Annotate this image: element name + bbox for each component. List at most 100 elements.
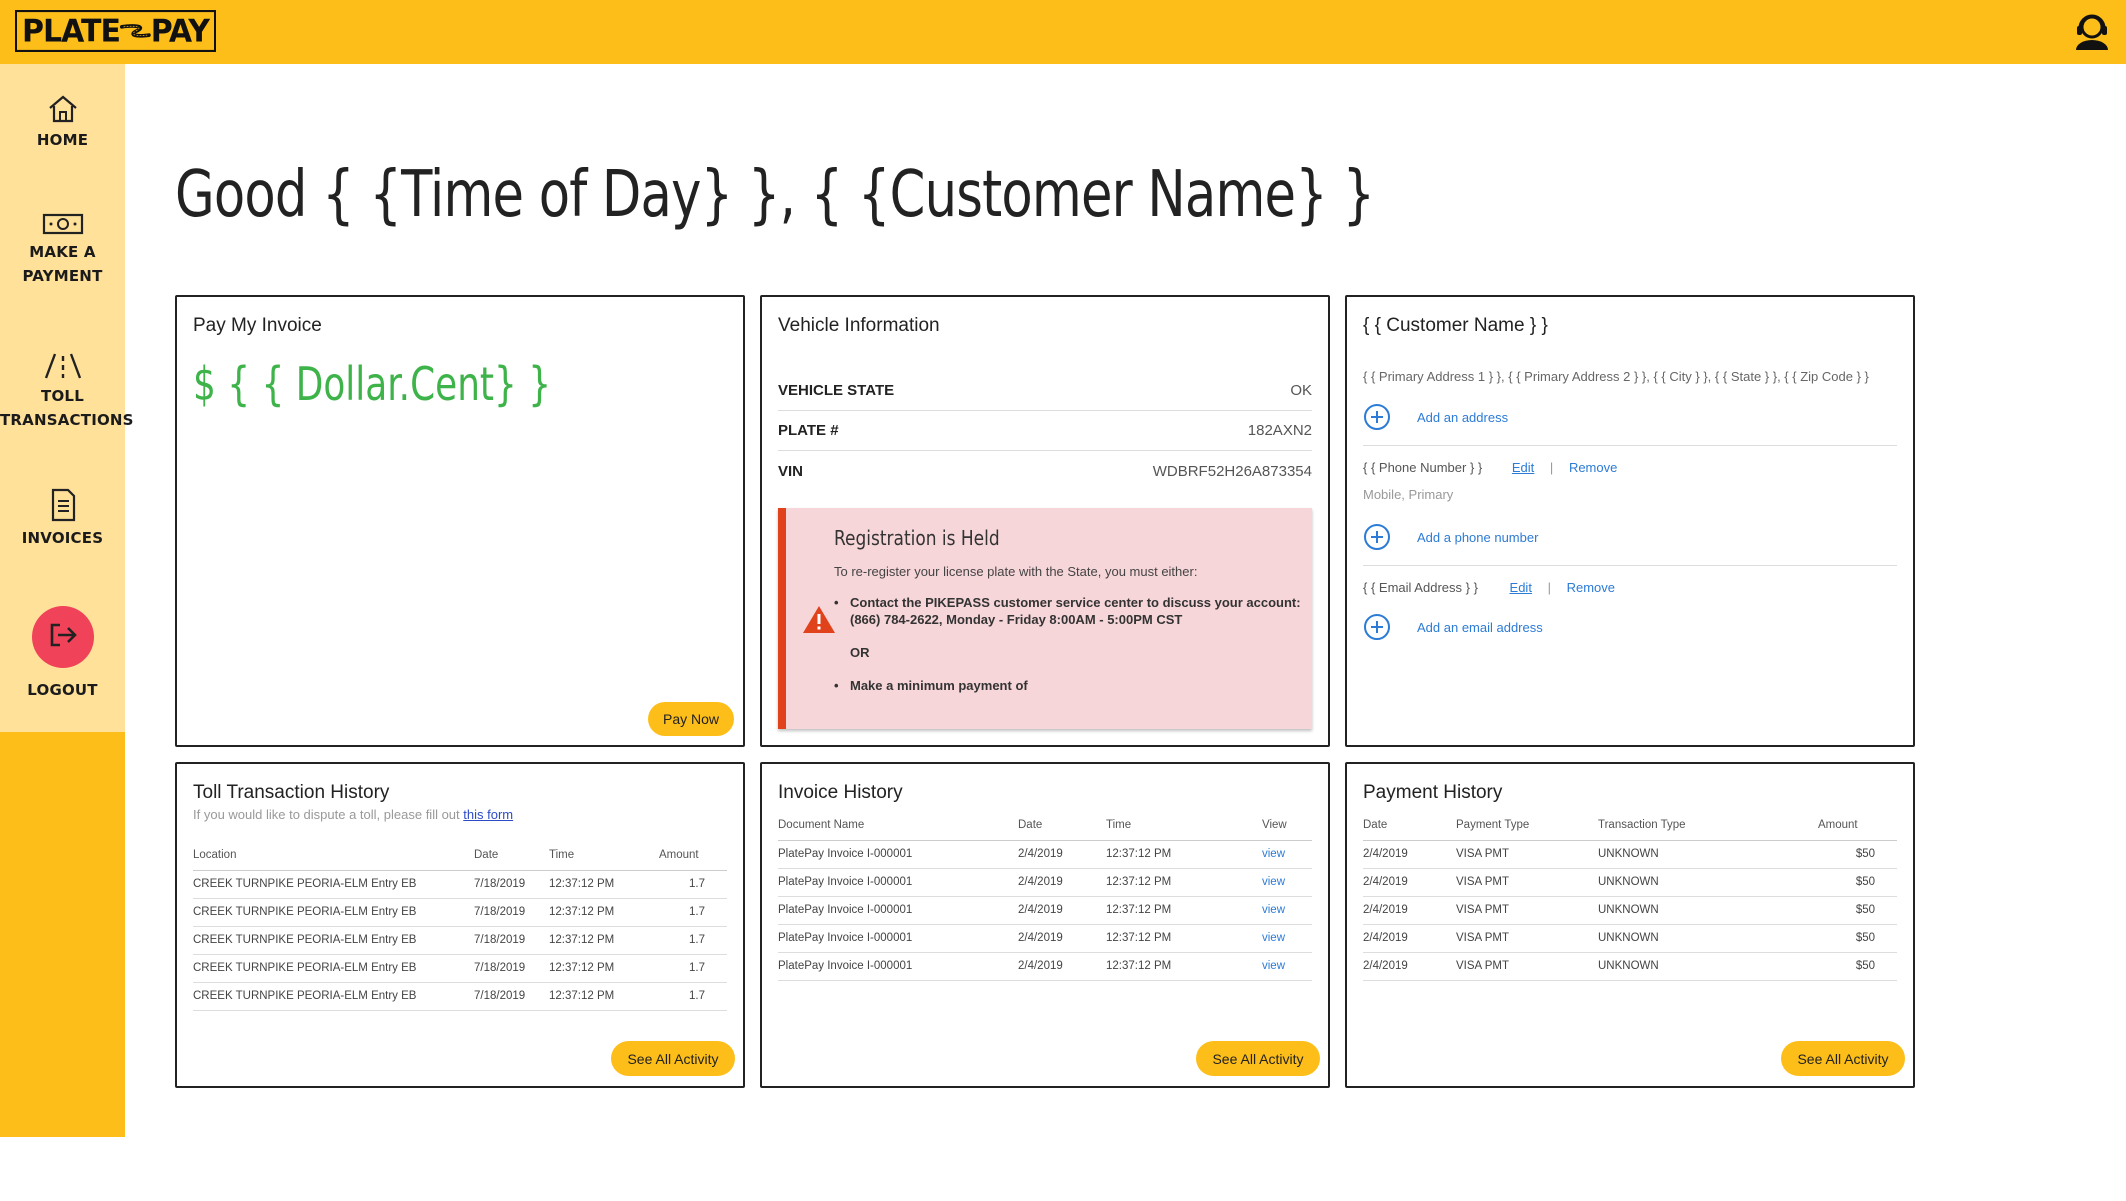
- cell: 7/18/2019: [474, 954, 549, 983]
- edit-phone-link[interactable]: Edit: [1512, 460, 1534, 475]
- column-header: Time: [1106, 810, 1262, 841]
- plate-pay-logo[interactable]: PLATE PAY: [15, 10, 216, 52]
- dispute-form-link[interactable]: this form: [463, 807, 513, 822]
- column-header: Date: [474, 840, 549, 871]
- logout-button-circle[interactable]: [31, 606, 94, 668]
- add-email-link[interactable]: Add an email address: [1417, 620, 1543, 635]
- vin-row: VIN WDBRF52H26A873354: [778, 451, 1312, 491]
- logout-icon: [50, 623, 77, 647]
- see-all-toll-activity-button[interactable]: See All Activity: [611, 1041, 735, 1076]
- cell: 1.7: [659, 898, 727, 927]
- view-invoice-link[interactable]: view: [1262, 840, 1312, 869]
- phone-type: Mobile, Primary: [1363, 487, 1454, 502]
- pay-now-button[interactable]: Pay Now: [648, 702, 734, 736]
- cell: UNKNOWN: [1598, 868, 1818, 897]
- table-row: PlatePay Invoice I-000001 2/4/2019 12:37:1…: [778, 868, 1312, 897]
- table-row[interactable]: CREEK TURNPIKE PEORIA-ELM Entry EB 7/18/2…: [193, 898, 727, 927]
- cell: 7/18/2019: [474, 926, 549, 955]
- remove-phone-link[interactable]: Remove: [1569, 460, 1617, 475]
- field-value: WDBRF52H26A873354: [1152, 462, 1312, 480]
- sidebar-item-label: TOLL: [41, 387, 84, 405]
- cell: CREEK TURNPIKE PEORIA-ELM Entry EB: [193, 898, 474, 927]
- add-email-row[interactable]: Add an email address: [1363, 613, 1543, 641]
- alert-title: Registration is Held: [834, 526, 1000, 550]
- cell: 2/4/2019: [1363, 896, 1456, 925]
- cell: 12:37:12 PM: [1106, 924, 1262, 953]
- cell: UNKNOWN: [1598, 952, 1818, 981]
- column-header: Payment Type: [1456, 810, 1598, 841]
- column-header: Amount: [659, 840, 727, 871]
- see-all-invoice-activity-button[interactable]: See All Activity: [1196, 1041, 1320, 1076]
- sidebar-item-make-payment[interactable]: MAKE A PAYMENT: [0, 212, 125, 288]
- view-invoice-link[interactable]: view: [1262, 952, 1312, 981]
- sidebar-item-home[interactable]: HOME: [0, 94, 125, 152]
- logo-text-right: PAY: [150, 12, 210, 50]
- cell: 2/4/2019: [1363, 924, 1456, 953]
- phone-row: { { Phone Number } } Edit | Remove: [1363, 460, 1617, 475]
- invoice-table: Document Name Date Time View PlatePay In…: [778, 810, 1312, 981]
- cell: 12:37:12 PM: [549, 982, 659, 1011]
- road-icon: [44, 353, 81, 379]
- column-header: Document Name: [778, 810, 1018, 841]
- cell: CREEK TURNPIKE PEORIA-ELM Entry EB: [193, 954, 474, 983]
- view-invoice-link[interactable]: view: [1262, 868, 1312, 897]
- payment-table: Date Payment Type Transaction Type Amoun…: [1363, 810, 1897, 981]
- sidebar-item-label: INVOICES: [21, 529, 104, 547]
- customer-phone: { { Phone Number } }: [1363, 460, 1483, 475]
- plate-row: PLATE # 182AXN2: [778, 411, 1312, 451]
- table-header-row: Date Payment Type Transaction Type Amoun…: [1363, 810, 1897, 841]
- table-row[interactable]: CREEK TURNPIKE PEORIA-ELM Entry EB 7/18/2…: [193, 982, 727, 1011]
- card-title: Invoice History: [778, 782, 903, 803]
- cell: 2/4/2019: [1018, 952, 1106, 981]
- cell: 12:37:12 PM: [1106, 952, 1262, 981]
- cell: UNKNOWN: [1598, 924, 1818, 953]
- sidebar-item-toll-transactions[interactable]: TOLL TRANSACTIONS: [0, 352, 133, 432]
- column-header: Date: [1018, 810, 1106, 841]
- invoice-history-card: Invoice History Document Name Date Time …: [760, 762, 1330, 1088]
- cell: PlatePay Invoice I-000001: [778, 924, 1018, 953]
- add-phone-link[interactable]: Add a phone number: [1417, 530, 1538, 545]
- table-header-row: Document Name Date Time View: [778, 810, 1312, 841]
- sidebar-item-logout[interactable]: LOGOUT: [0, 606, 125, 702]
- see-all-payment-activity-button[interactable]: See All Activity: [1781, 1041, 1905, 1076]
- add-address-row[interactable]: Add an address: [1363, 403, 1508, 431]
- table-row[interactable]: CREEK TURNPIKE PEORIA-ELM Entry EB 7/18/2…: [193, 954, 727, 983]
- vehicle-state-row: VEHICLE STATE OK: [778, 371, 1312, 411]
- cell: $50: [1818, 840, 1897, 869]
- cell: PlatePay Invoice I-000001: [778, 952, 1018, 981]
- cell: VISA PMT: [1456, 952, 1598, 981]
- road-swoosh-icon: [119, 24, 151, 38]
- cell: 2/4/2019: [1018, 840, 1106, 869]
- cell: $50: [1818, 896, 1897, 925]
- table-row: 2/4/2019 VISA PMT UNKNOWN $50: [1363, 924, 1897, 953]
- table-row: PlatePay Invoice I-000001 2/4/2019 12:37:1…: [778, 840, 1312, 869]
- add-circle-icon: [1364, 404, 1390, 430]
- alert-options-list: Contact the PIKEPASS customer service ce…: [834, 594, 1304, 694]
- cell: 12:37:12 PM: [549, 870, 659, 899]
- add-address-link[interactable]: Add an address: [1417, 410, 1508, 425]
- cell: $50: [1818, 868, 1897, 897]
- table-row: 2/4/2019 VISA PMT UNKNOWN $50: [1363, 840, 1897, 869]
- sidebar-item-label: HOME: [36, 131, 89, 149]
- toll-history-card: Toll Transaction History If you would li…: [175, 762, 745, 1088]
- view-invoice-link[interactable]: view: [1262, 924, 1312, 953]
- cell: 2/4/2019: [1018, 868, 1106, 897]
- edit-email-link[interactable]: Edit: [1510, 580, 1532, 595]
- toll-table: Location Date Time Amount CREEK TURNPIKE…: [193, 840, 727, 1011]
- add-circle-icon: [1364, 614, 1390, 640]
- cell: PlatePay Invoice I-000001: [778, 868, 1018, 897]
- customer-card: { { Customer Name } } { { Primary Addres…: [1345, 295, 1915, 747]
- card-title: Pay My Invoice: [193, 315, 322, 336]
- table-row: PlatePay Invoice I-000001 2/4/2019 12:37:1…: [778, 952, 1312, 981]
- customer-address: { { Primary Address 1 } }, { { Primary A…: [1363, 369, 1869, 384]
- page-greeting: Good { {Time of Day} }, { {Customer Name…: [175, 158, 1375, 232]
- cell: CREEK TURNPIKE PEORIA-ELM Entry EB: [193, 982, 474, 1011]
- support-agent-icon[interactable]: [2072, 10, 2112, 52]
- remove-email-link[interactable]: Remove: [1567, 580, 1615, 595]
- add-phone-row[interactable]: Add a phone number: [1363, 523, 1538, 551]
- view-invoice-link[interactable]: view: [1262, 896, 1312, 925]
- table-row[interactable]: CREEK TURNPIKE PEORIA-ELM Entry EB 7/18/2…: [193, 926, 727, 955]
- sidebar-item-invoices[interactable]: INVOICES: [0, 488, 125, 550]
- cell: 2/4/2019: [1363, 840, 1456, 869]
- table-row[interactable]: CREEK TURNPIKE PEORIA-ELM Entry EB 7/18/2…: [193, 870, 727, 899]
